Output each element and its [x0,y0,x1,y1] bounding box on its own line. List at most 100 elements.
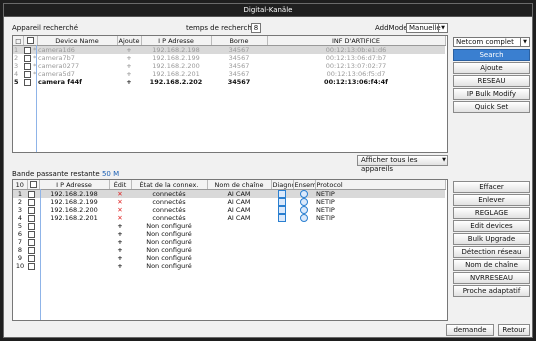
device-row[interactable]: 5 camera f44f +192.168.2.202 34567 00:12:13… [13,78,445,86]
channel-row[interactable]: 5 + Non configuré [13,222,445,230]
ensemble-cell[interactable] [293,262,315,270]
col-mac-header[interactable]: INF D'ARTIFICE [267,36,446,46]
diagnostic-icon[interactable] [278,198,286,206]
diagnostic-cell[interactable] [271,254,293,262]
row-checkbox[interactable] [28,238,35,246]
add-icon[interactable]: + [109,262,131,270]
delete-icon[interactable]: ✕ [109,206,131,214]
diagnostic-cell[interactable] [271,206,293,214]
channel-row[interactable]: 6 + Non configuré [13,230,445,238]
row-checkbox[interactable] [28,206,35,214]
ip-bulk-modify-button[interactable]: IP Bulk Modify [453,88,530,100]
col-ip-header[interactable]: I P Adresse [39,180,110,190]
row-select[interactable] [27,222,39,230]
col-channel-header[interactable]: Nom de chaîne [207,180,272,190]
row-select[interactable] [27,198,39,206]
col-port-header[interactable]: Borne [211,36,268,46]
add-device-icon[interactable]: + [117,54,141,62]
row-checkbox[interactable] [24,78,31,86]
col-device-name-header[interactable]: Device Name [37,36,118,46]
row-select[interactable]: * [23,54,37,62]
delete-icon[interactable]: ✕ [109,190,131,198]
channel-row[interactable]: 2 192.168.2.199 ✕ connectés AI CAM NETIP [13,198,445,206]
channel-row[interactable]: 9 + Non configuré [13,254,445,262]
row-checkbox[interactable] [28,214,35,222]
col-diagnostic-header[interactable]: Diagnostic [271,180,294,190]
row-checkbox[interactable] [24,54,31,62]
row-select[interactable] [27,206,39,214]
add-device-icon[interactable]: + [117,70,141,78]
settings-button[interactable]: REGLAGE [453,207,530,219]
settings-gear-icon[interactable] [300,206,308,214]
ensemble-cell[interactable] [293,230,315,238]
addmode-select[interactable]: Manuelle ▼ [406,23,448,33]
ensemble-cell[interactable] [293,214,315,222]
row-checkbox[interactable] [28,230,35,238]
col-add-header[interactable]: Ajoute [117,36,142,46]
row-checkbox[interactable] [28,254,35,262]
row-checkbox[interactable] [28,190,35,198]
device-row[interactable]: 4 * camera5d7 +192.168.2.201 34567 00:12:13:… [13,70,445,78]
row-select[interactable] [23,78,37,86]
ensemble-cell[interactable] [293,198,315,206]
ensemble-cell[interactable] [293,222,315,230]
nvr-network-button[interactable]: NVRRESEAU [453,272,530,284]
diagnostic-cell[interactable] [271,262,293,270]
add-device-icon[interactable]: + [117,78,141,86]
diagnostic-cell[interactable] [271,190,293,198]
clear-button[interactable]: Effacer [453,181,530,193]
diagnostic-cell[interactable] [271,198,293,206]
col-select-header[interactable] [23,36,38,46]
diagnostic-cell[interactable] [271,222,293,230]
row-select[interactable] [27,190,39,199]
edit-devices-button[interactable]: Edit devices [453,220,530,232]
row-select[interactable]: * [23,70,37,78]
row-select[interactable]: * [23,62,37,70]
remove-button[interactable]: Enlever [453,194,530,206]
diagnostic-cell[interactable] [271,230,293,238]
back-button[interactable]: Retour [498,324,530,336]
row-checkbox[interactable] [24,62,31,70]
show-all-devices-select[interactable]: Afficher tous les appareils ▼ [357,155,448,173]
network-button[interactable]: RESEAU [453,75,530,87]
row-select[interactable]: * [23,46,37,54]
diagnostic-icon[interactable] [278,190,286,198]
ensemble-cell[interactable] [293,206,315,214]
add-icon[interactable]: + [109,222,131,230]
diagnostic-icon[interactable] [278,214,286,222]
delete-icon[interactable]: ✕ [109,214,131,222]
settings-gear-icon[interactable] [300,190,308,198]
device-row[interactable]: 2 * camera7b7 +192.168.2.199 34567 00:12:13:… [13,54,445,62]
settings-gear-icon[interactable] [300,214,308,222]
channel-row[interactable]: 4 192.168.2.201 ✕ connectés AI CAM NETIP [13,214,445,222]
add-button[interactable]: Ajoute [453,62,530,74]
row-select[interactable] [27,214,39,222]
delete-icon[interactable]: ✕ [109,198,131,206]
diagnostic-cell[interactable] [271,238,293,246]
col-ensemble-header[interactable]: Ensemble [293,180,316,190]
add-device-icon[interactable]: + [117,62,141,70]
adaptive-proximity-button[interactable]: Proche adaptatif [453,285,530,297]
add-device-icon[interactable]: + [117,46,141,54]
row-select[interactable] [27,238,39,246]
add-icon[interactable]: + [109,230,131,238]
channel-row[interactable]: 7 + Non configuré [13,238,445,246]
network-detection-button[interactable]: Détection réseau [453,246,530,258]
ensemble-cell[interactable] [293,246,315,254]
quick-set-button[interactable]: Quick Set [453,101,530,113]
row-checkbox[interactable] [28,262,35,270]
row-checkbox[interactable] [24,46,31,54]
add-icon[interactable]: + [109,238,131,246]
row-select[interactable] [27,254,39,262]
col-select-header[interactable] [27,180,40,190]
channel-row[interactable]: 3 192.168.2.200 ✕ connectés AI CAM NETIP [13,206,445,214]
channel-row[interactable]: 8 + Non configuré [13,246,445,254]
row-select[interactable] [27,230,39,238]
device-row[interactable]: 3 * camera0277 +192.168.2.200 34567 00:12:13… [13,62,445,70]
col-state-header[interactable]: État de la connex. [131,180,208,190]
channel-row[interactable]: 10 + Non configuré [13,262,445,270]
row-select[interactable] [27,262,39,270]
col-ip-header[interactable]: I P Adresse [141,36,212,46]
select-all-checkbox[interactable] [29,181,37,188]
ensemble-cell[interactable] [293,254,315,262]
